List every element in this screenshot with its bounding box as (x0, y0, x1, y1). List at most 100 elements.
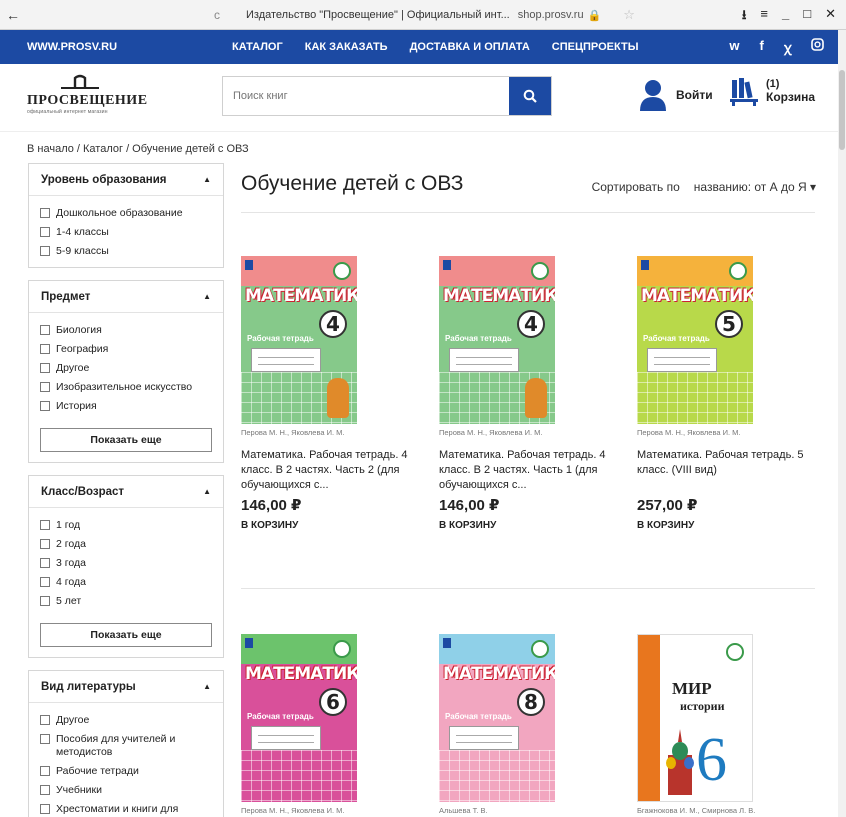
collapse-caret-icon[interactable]: ▲ (203, 292, 211, 301)
cover-subtitle: Рабочая тетрадь (643, 334, 710, 343)
filter-option[interactable]: 1-4 классы (40, 223, 212, 242)
collapse-caret-icon[interactable]: ▲ (203, 487, 211, 496)
checkbox[interactable] (40, 382, 50, 392)
menu-item-how-to-order[interactable]: КАК ЗАКАЗАТЬ (305, 41, 388, 53)
product-card[interactable]: МИР истории 6 Бгажнокова И. М., Смирнова… (637, 634, 817, 816)
filter-option[interactable]: 3 года (40, 554, 212, 573)
checkbox[interactable] (40, 577, 50, 587)
checkbox[interactable] (40, 715, 50, 725)
cover-subtitle: Рабочая тетрадь (247, 334, 314, 343)
address-bar[interactable]: c Издательство "Просвещение" | Официальн… (214, 6, 635, 24)
book-cover[interactable]: МАТЕМАТИКА 4 Рабочая тетрадь (241, 256, 357, 424)
breadcrumb[interactable]: В начало / Каталог / Обучение детей с ОВ… (27, 143, 249, 155)
filter-option[interactable]: Пособия для учителей и методистов (40, 730, 212, 762)
book-cover[interactable]: МИР истории 6 (637, 634, 753, 802)
cart-button[interactable]: (1) Корзина (730, 76, 815, 106)
filter-option[interactable]: Рабочие тетради (40, 762, 212, 781)
back-arrow-icon[interactable]: ← (0, 7, 26, 23)
filter-option[interactable]: Другое (40, 711, 212, 730)
sort-dropdown[interactable]: названию: от А до Я ▾ (694, 180, 816, 194)
book-cover[interactable]: МАТЕМАТИКА 6 Рабочая тетрадь (241, 634, 357, 802)
maximize-icon[interactable]: □ (803, 6, 811, 28)
filter-option[interactable]: Хрестоматии и книги для чтения (40, 800, 212, 817)
product-title[interactable]: Математика. Рабочая тетрадь. 5 класс. (V… (637, 448, 817, 494)
odnoklassniki-icon[interactable]: ꭓ (784, 38, 791, 56)
menu-item-delivery[interactable]: ДОСТАВКА И ОПЛАТА (410, 41, 530, 53)
show-more-button[interactable]: Показать еще (40, 623, 212, 647)
book-cover[interactable]: МАТЕМАТИКА 5 Рабочая тетрадь (637, 256, 753, 424)
site-link[interactable]: WWW.PROSV.RU (27, 41, 117, 53)
cover-grade: 5 (715, 310, 743, 338)
menu-icon[interactable]: ≡ (760, 6, 768, 28)
reload-icon[interactable]: c (214, 8, 220, 22)
filter-option[interactable]: 2 года (40, 535, 212, 554)
download-icon[interactable]: ⭳ (742, 6, 747, 28)
add-to-cart-button[interactable]: В КОРЗИНУ (241, 520, 421, 531)
facebook-icon[interactable]: f (759, 38, 763, 56)
checkbox[interactable] (40, 344, 50, 354)
show-more-button[interactable]: Показать еще (40, 428, 212, 452)
filter-option[interactable]: География (40, 340, 212, 359)
checkbox[interactable] (40, 539, 50, 549)
product-card[interactable]: МАТЕМАТИКА 8 Рабочая тетрадь Альшева Т. … (439, 634, 619, 816)
checkbox[interactable] (40, 596, 50, 606)
book-cover[interactable]: МАТЕМАТИКА 4 Рабочая тетрадь (439, 256, 555, 424)
checkbox[interactable] (40, 520, 50, 530)
checkbox[interactable] (40, 227, 50, 237)
checkbox[interactable] (40, 401, 50, 411)
checkbox[interactable] (40, 785, 50, 795)
filter-option-label: Пособия для учителей и методистов (56, 733, 176, 758)
filter-header[interactable]: Уровень образования ▲ (29, 164, 223, 196)
filter-option[interactable]: 5 лет (40, 592, 212, 611)
filter-option[interactable]: Биология (40, 321, 212, 340)
vk-icon[interactable]: ᴡ (729, 38, 739, 56)
checkbox[interactable] (40, 246, 50, 256)
cover-band (638, 635, 660, 801)
product-author: Перова М. Н., Яковлева И. М. (637, 428, 741, 437)
product-title[interactable]: Математика. Рабочая тетрадь. 4 класс. В … (241, 448, 421, 494)
collapse-caret-icon[interactable]: ▲ (203, 175, 211, 184)
logo[interactable]: ПРОСВЕЩЕНИЕ официальный интернет магазин (27, 74, 147, 115)
filter-header[interactable]: Класс/Возраст ▲ (29, 476, 223, 508)
instagram-icon[interactable] (811, 38, 824, 56)
checkbox[interactable] (40, 766, 50, 776)
product-card[interactable]: МАТЕМАТИКА 4 Рабочая тетрадь Перова М. Н… (241, 256, 421, 531)
login-button[interactable]: Войти (638, 78, 713, 112)
filter-option[interactable]: Дошкольное образование (40, 204, 212, 223)
add-to-cart-button[interactable]: В КОРЗИНУ (439, 520, 619, 531)
filter-option[interactable]: 1 год (40, 516, 212, 535)
collapse-caret-icon[interactable]: ▲ (203, 682, 211, 691)
scrollbar-thumb[interactable] (839, 70, 845, 150)
filter-option[interactable]: Учебники (40, 781, 212, 800)
product-card[interactable]: МАТЕМАТИКА 6 Рабочая тетрадь Перова М. Н… (241, 634, 421, 816)
filter-option[interactable]: История (40, 397, 212, 416)
search-button[interactable] (509, 77, 551, 115)
book-cover[interactable]: МАТЕМАТИКА 8 Рабочая тетрадь (439, 634, 555, 802)
menu-item-special[interactable]: СПЕЦПРОЕКТЫ (552, 41, 639, 53)
checkbox[interactable] (40, 363, 50, 373)
filter-option[interactable]: Другое (40, 359, 212, 378)
bookmark-star-icon[interactable]: ☆ (623, 7, 635, 23)
checkbox[interactable] (40, 208, 50, 218)
add-to-cart-button[interactable]: В КОРЗИНУ (637, 520, 817, 531)
cover-name-box (251, 348, 321, 372)
filter-option-label: 1 год (56, 519, 81, 531)
checkbox[interactable] (40, 804, 50, 814)
filter-option[interactable]: Изобразительное искусство (40, 378, 212, 397)
product-card[interactable]: МАТЕМАТИКА 4 Рабочая тетрадь Перова М. Н… (439, 256, 619, 531)
filter-option[interactable]: 5-9 классы (40, 242, 212, 261)
search-input[interactable] (223, 77, 509, 115)
checkbox[interactable] (40, 325, 50, 335)
product-title[interactable]: Математика. Рабочая тетрадь. 4 класс. В … (439, 448, 619, 494)
filter-header[interactable]: Вид литературы ▲ (29, 671, 223, 703)
minimize-icon[interactable]: _ (782, 6, 789, 28)
checkbox[interactable] (40, 558, 50, 568)
product-card[interactable]: МАТЕМАТИКА 5 Рабочая тетрадь Перова М. Н… (637, 256, 817, 531)
filter-option-label: Хрестоматии и книги для чтения (56, 803, 179, 817)
scrollbar[interactable] (838, 30, 846, 817)
checkbox[interactable] (40, 734, 50, 744)
filter-header[interactable]: Предмет ▲ (29, 281, 223, 313)
menu-item-catalog[interactable]: КАТАЛОГ (232, 41, 283, 53)
close-icon[interactable]: ✕ (825, 6, 836, 28)
filter-option[interactable]: 4 года (40, 573, 212, 592)
